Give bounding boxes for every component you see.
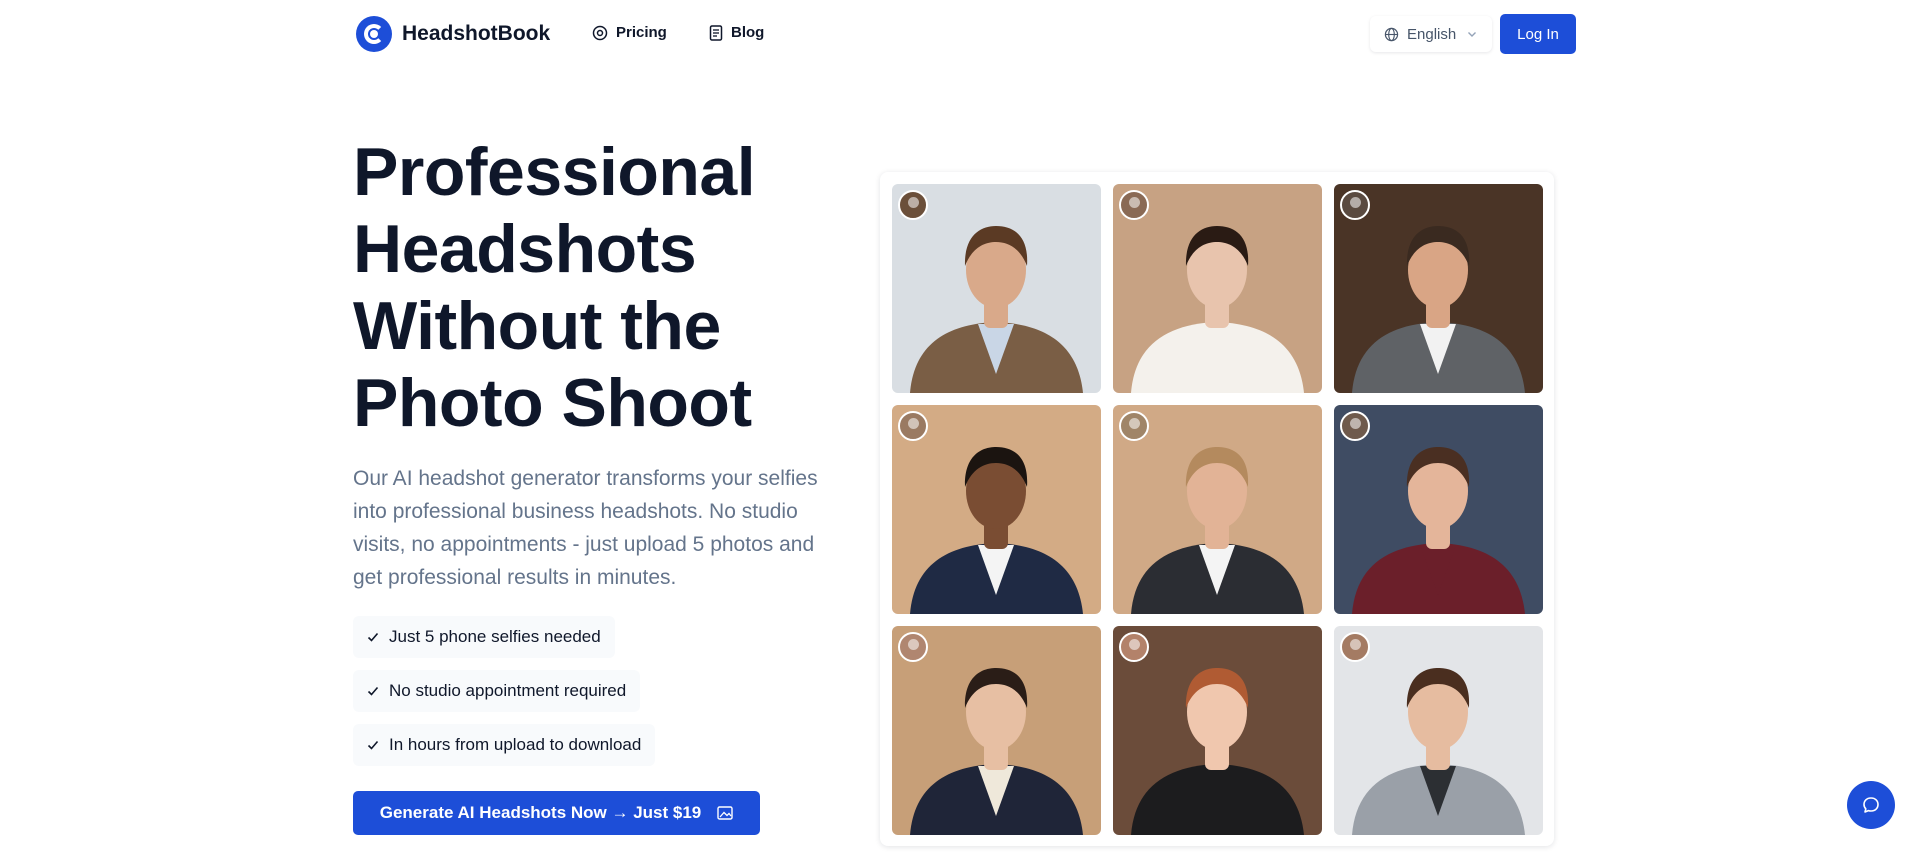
language-label: English xyxy=(1407,25,1457,43)
selfie-avatar xyxy=(898,632,928,662)
image-icon xyxy=(717,806,733,820)
hero-title-line-4: Photo Shoot xyxy=(353,365,752,441)
selfie-avatar xyxy=(1119,411,1149,441)
logo-icon xyxy=(356,16,392,52)
selfie-avatar xyxy=(1119,190,1149,220)
headshot-tile xyxy=(1334,626,1543,835)
headshot-tile xyxy=(1113,626,1322,835)
selfie-avatar xyxy=(1340,411,1370,441)
site-header: HeadshotBook Pricing Blog English Log In xyxy=(0,0,1920,68)
feature-label: In hours from upload to download xyxy=(389,735,642,754)
chevron-down-icon xyxy=(1468,32,1477,37)
feature-item: Just 5 phone selfies needed xyxy=(353,616,615,658)
brand-name: HeadshotBook xyxy=(402,22,551,45)
headshot-tile xyxy=(892,184,1101,393)
check-icon xyxy=(367,740,379,750)
brand-logo[interactable]: HeadshotBook xyxy=(356,16,550,52)
headshot-tile xyxy=(892,405,1101,614)
nav-blog-label: Blog xyxy=(731,24,765,41)
headshot-tile xyxy=(892,626,1101,835)
nav-pricing-link[interactable]: Pricing xyxy=(592,24,667,41)
nav-blog-link[interactable]: Blog xyxy=(709,24,764,41)
globe-icon xyxy=(1384,27,1399,41)
generate-headshots-button[interactable]: Generate AI Headshots Now → Just $19 xyxy=(353,791,760,835)
selfie-avatar xyxy=(898,411,928,441)
check-icon xyxy=(367,686,379,696)
cta-label: Generate AI Headshots Now → Just $19 xyxy=(379,803,702,822)
hero-title-line-1: Professional xyxy=(353,134,756,210)
chat-icon xyxy=(1863,797,1879,813)
hero-title-line-3: Without the xyxy=(353,288,721,364)
selfie-avatar xyxy=(1340,632,1370,662)
feature-item: No studio appointment required xyxy=(353,670,641,712)
selfie-avatar xyxy=(1340,190,1370,220)
hero-description: Our AI headshot generator transforms you… xyxy=(353,467,818,589)
selfie-avatar xyxy=(898,190,928,220)
language-select[interactable]: English xyxy=(1370,16,1493,52)
headshot-tile xyxy=(1113,184,1322,393)
nav-pricing-label: Pricing xyxy=(616,24,667,41)
check-icon xyxy=(367,632,379,642)
chat-button[interactable] xyxy=(1847,781,1895,829)
hero-title: Professional Headshots Without the Photo… xyxy=(353,134,873,442)
login-button[interactable]: Log In xyxy=(1500,14,1576,54)
headshot-gallery xyxy=(880,172,1554,846)
headshot-tile xyxy=(1334,184,1543,393)
document-icon xyxy=(709,24,723,41)
headshot-tile xyxy=(1334,405,1543,614)
feature-label: Just 5 phone selfies needed xyxy=(389,627,601,646)
feature-label: No studio appointment required xyxy=(389,681,627,700)
hero-title-line-2: Headshots xyxy=(353,211,697,287)
selfie-avatar xyxy=(1119,632,1149,662)
pricing-icon xyxy=(592,25,608,40)
feature-item: In hours from upload to download xyxy=(353,724,656,766)
headshot-tile xyxy=(1113,405,1322,614)
